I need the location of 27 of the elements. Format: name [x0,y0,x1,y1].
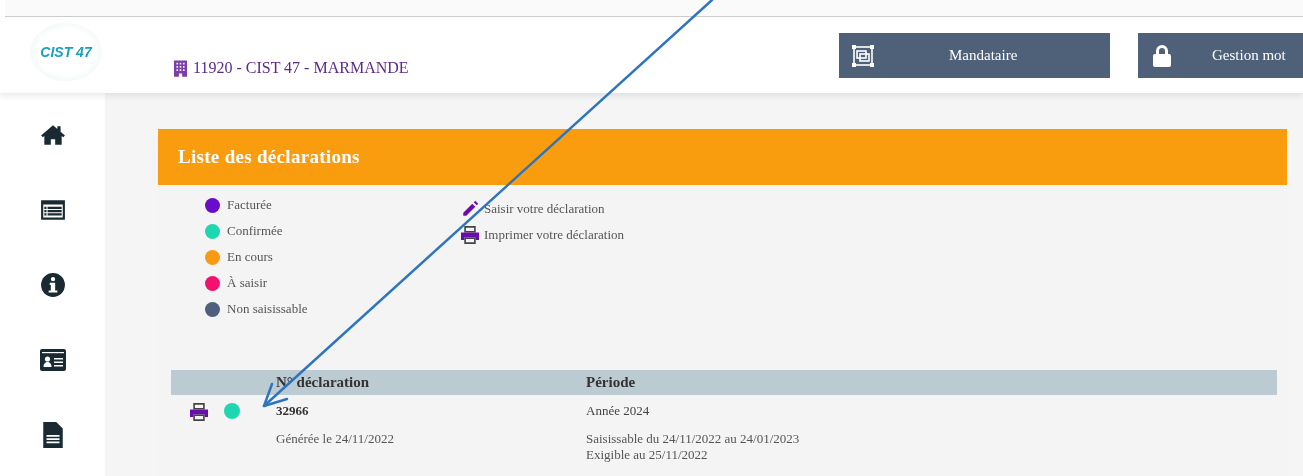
printer-icon[interactable] [188,403,210,421]
building-icon [174,59,187,77]
action-label: Saisir votre déclaration [484,201,605,217]
panel-title: Liste des déclarations [158,129,1287,185]
list-icon[interactable] [39,197,66,223]
column-header: Période [586,374,637,391]
action-label: Imprimer votre déclaration [484,227,625,243]
period-detail: Saisissable du 24/11/2022 au 24/01/2023 [586,431,801,447]
pencil-icon [460,200,480,218]
password-button[interactable]: Gestion mot [1138,33,1303,78]
legend-label: En cours [227,249,273,265]
legend-label: À saisir [227,275,268,291]
generated-date: Générée le 24/11/2022 [276,431,395,447]
lock-icon [1150,43,1174,68]
id-card-icon[interactable] [39,347,66,373]
info-icon[interactable] [39,272,66,298]
period-detail: Exigible au 25/11/2022 [586,447,709,463]
legend-label: Facturée [227,197,272,213]
mandate-button[interactable]: Mandataire [839,33,1110,78]
company-name: 11920 - CIST 47 - MARMANDE [193,59,409,77]
logo-text: CIST 47 [40,44,92,60]
windows-icon [851,43,875,68]
legend-label: Non saisissable [227,301,308,317]
period: Année 2024 [586,403,651,419]
printer-icon [460,226,480,244]
declaration-number: 32966 [276,403,310,419]
legend-label: Confirmée [227,223,283,239]
